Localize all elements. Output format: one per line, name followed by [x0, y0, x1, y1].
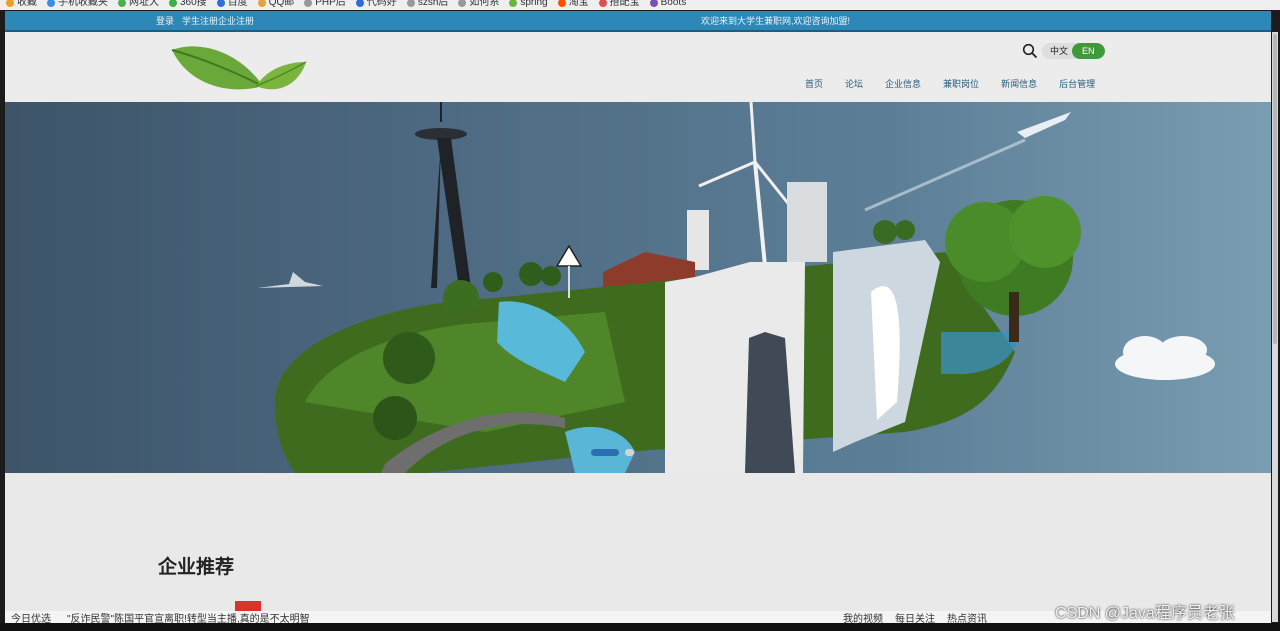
hero-banner[interactable] — [5, 102, 1271, 473]
top-info-bar: 登录 学生注册企业注册 欢迎来到大学生兼职网,欢迎咨询加盟! — [5, 11, 1271, 30]
nav-news[interactable]: 新闻信息 — [1001, 77, 1037, 90]
banner-illustration — [257, 102, 1215, 473]
section-title-companies: 企业推荐 — [158, 557, 235, 578]
bookmark-label: 代码好 — [366, 0, 397, 8]
bookmark-favicon-icon — [6, 0, 14, 7]
bookmark-favicon-icon — [118, 0, 126, 7]
bookmark-label: 收藏 — [17, 0, 37, 8]
nav-home[interactable]: 首页 — [805, 77, 823, 90]
bookmark-item[interactable]: 淘宝 — [557, 0, 589, 8]
bookmark-item[interactable]: QQ邮 — [257, 0, 295, 8]
language-switcher: 中文 EN — [1042, 43, 1105, 59]
bookmark-favicon-icon — [598, 0, 607, 7]
bookmark-item[interactable]: 百度 — [216, 0, 248, 8]
bookmark-item[interactable]: 手机收藏夹 — [47, 0, 108, 8]
bookmark-item[interactable]: 如何系 — [458, 0, 499, 8]
bookmark-favicon-icon — [216, 0, 225, 7]
company-card-thumbnail[interactable] — [235, 601, 261, 611]
bookmark-favicon-icon — [257, 0, 266, 7]
bookmark-item[interactable]: Boots — [649, 0, 687, 8]
bookmark-favicon-icon — [47, 0, 55, 7]
status-hot-news[interactable]: 热点资讯 — [947, 611, 987, 624]
bookmark-label: 如何系 — [469, 0, 500, 8]
lang-en-button[interactable]: EN — [1072, 43, 1105, 59]
bookmark-label: Boots — [660, 0, 687, 8]
main-nav: 首页 论坛 企业信息 兼职岗位 新闻信息 后台管理 — [805, 77, 1095, 90]
bookmark-label: 手机收藏夹 — [58, 0, 108, 8]
main-content: 企业推荐 — [5, 473, 1271, 611]
bookmark-favicon-icon — [458, 0, 467, 7]
bookmark-item[interactable]: 代码好 — [355, 0, 397, 8]
bookmark-item[interactable]: szsh后 — [406, 0, 449, 8]
bookmark-favicon-icon — [509, 0, 518, 7]
bookmark-label: 淘宝 — [568, 0, 589, 8]
nav-part-time-jobs[interactable]: 兼职岗位 — [943, 77, 979, 90]
bookmark-label: 搭配宝 — [609, 0, 640, 8]
scrollbar-thumb[interactable] — [1273, 34, 1277, 344]
site-header: 中文 EN 首页 论坛 企业信息 兼职岗位 新闻信息 后台管理 — [5, 32, 1271, 102]
bookmark-favicon-icon — [169, 0, 177, 7]
bookmark-favicon-icon — [557, 0, 566, 7]
bookmark-item[interactable]: 360搜 — [169, 0, 207, 8]
nav-forum[interactable]: 论坛 — [845, 77, 863, 90]
welcome-message: 欢迎来到大学生兼职网,欢迎咨询加盟! — [701, 16, 851, 26]
bookmark-favicon-icon — [406, 0, 415, 7]
bookmark-label: szsh后 — [417, 0, 449, 8]
bookmark-item[interactable]: 搭配宝 — [598, 0, 640, 8]
bookmark-favicon-icon — [304, 0, 313, 7]
login-link[interactable]: 登录 — [156, 14, 174, 27]
screen-bottom-edge — [0, 623, 1280, 631]
csdn-watermark: CSDN @Java程序员老张 — [1055, 605, 1235, 622]
leaf-logo[interactable] — [168, 40, 308, 94]
bookmark-label: 网址大 — [129, 0, 159, 8]
bookmark-label: 360搜 — [180, 0, 207, 8]
bookmark-label: spring — [520, 0, 548, 8]
status-news-ticker[interactable]: "反诈民警"陈国平官宣离职!转型当主播,真的是不太明智 — [67, 611, 310, 624]
bookmark-item[interactable]: 网址大 — [118, 0, 159, 8]
bookmark-label: QQ邮 — [268, 0, 295, 8]
status-daily-follow[interactable]: 每日关注 — [895, 611, 935, 624]
browser-bookmarks-bar: 收藏 手机收藏夹 网址大 360搜 百度 QQ邮 PHP后 代码好 szsh后 如何系 spring… — [0, 0, 1280, 10]
bookmark-item[interactable]: PHP后 — [304, 0, 346, 8]
bookmark-label: PHP后 — [315, 0, 346, 8]
register-link[interactable]: 学生注册企业注册 — [182, 14, 254, 27]
carousel-dot[interactable] — [625, 449, 634, 456]
nav-admin[interactable]: 后台管理 — [1059, 77, 1095, 90]
bookmark-favicon-icon — [649, 0, 658, 7]
bookmark-item[interactable]: 收藏 — [6, 0, 37, 8]
status-today-pick[interactable]: 今日优选 — [11, 611, 51, 624]
bookmark-label: 百度 — [227, 0, 248, 8]
carousel-dot-active[interactable] — [591, 449, 619, 456]
search-icon[interactable] — [1022, 43, 1038, 59]
status-my-videos[interactable]: 我的视频 — [843, 611, 883, 624]
bookmark-favicon-icon — [355, 0, 364, 7]
nav-company-info[interactable]: 企业信息 — [885, 77, 921, 90]
bookmark-item[interactable]: spring — [509, 0, 548, 8]
lang-zh-button[interactable]: 中文 — [1042, 43, 1077, 59]
